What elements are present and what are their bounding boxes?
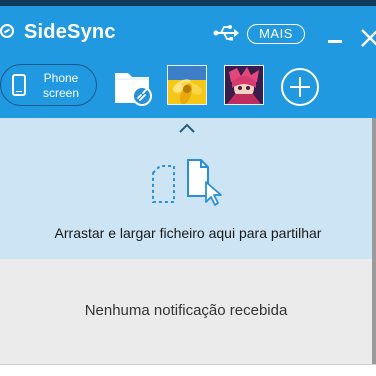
recent-app-thumbnail[interactable]	[224, 65, 264, 105]
sidesync-logo-icon	[0, 24, 14, 38]
plus-icon[interactable]	[279, 66, 321, 108]
window-right-edge	[372, 118, 376, 364]
folder-icon[interactable]	[112, 65, 154, 107]
chevron-up-icon[interactable]	[178, 123, 196, 133]
sidesync-window: SideSync MAIS Phone screen Arrastar e la…	[0, 0, 376, 376]
more-button[interactable]: MAIS	[247, 24, 305, 44]
file-drop-zone[interactable]: Arrastar e largar ficheiro aqui para par…	[0, 118, 376, 259]
empty-notifications-label: Nenhuma notificação recebida	[84, 302, 288, 319]
recent-image-thumbnail[interactable]	[167, 65, 207, 105]
flower-image	[168, 66, 206, 104]
drop-zone-label: Arrastar e largar ficheiro aqui para par…	[54, 225, 322, 241]
title-bar[interactable]: SideSync MAIS	[0, 6, 376, 60]
phone-icon	[12, 74, 26, 96]
toolbar: Phone screen	[0, 60, 376, 118]
notification-panel: Nenhuma notificação recebida	[0, 259, 376, 364]
phone-screen-button[interactable]: Phone screen	[0, 64, 97, 106]
game-art-image	[225, 66, 263, 104]
usb-icon	[213, 25, 239, 41]
app-title: SideSync	[24, 21, 116, 43]
phone-screen-label: Phone screen	[42, 71, 80, 100]
file-drop-icon	[152, 159, 222, 206]
minimize-icon[interactable]	[328, 40, 342, 43]
close-icon[interactable]	[360, 28, 376, 48]
window-bottom-edge	[0, 364, 376, 376]
